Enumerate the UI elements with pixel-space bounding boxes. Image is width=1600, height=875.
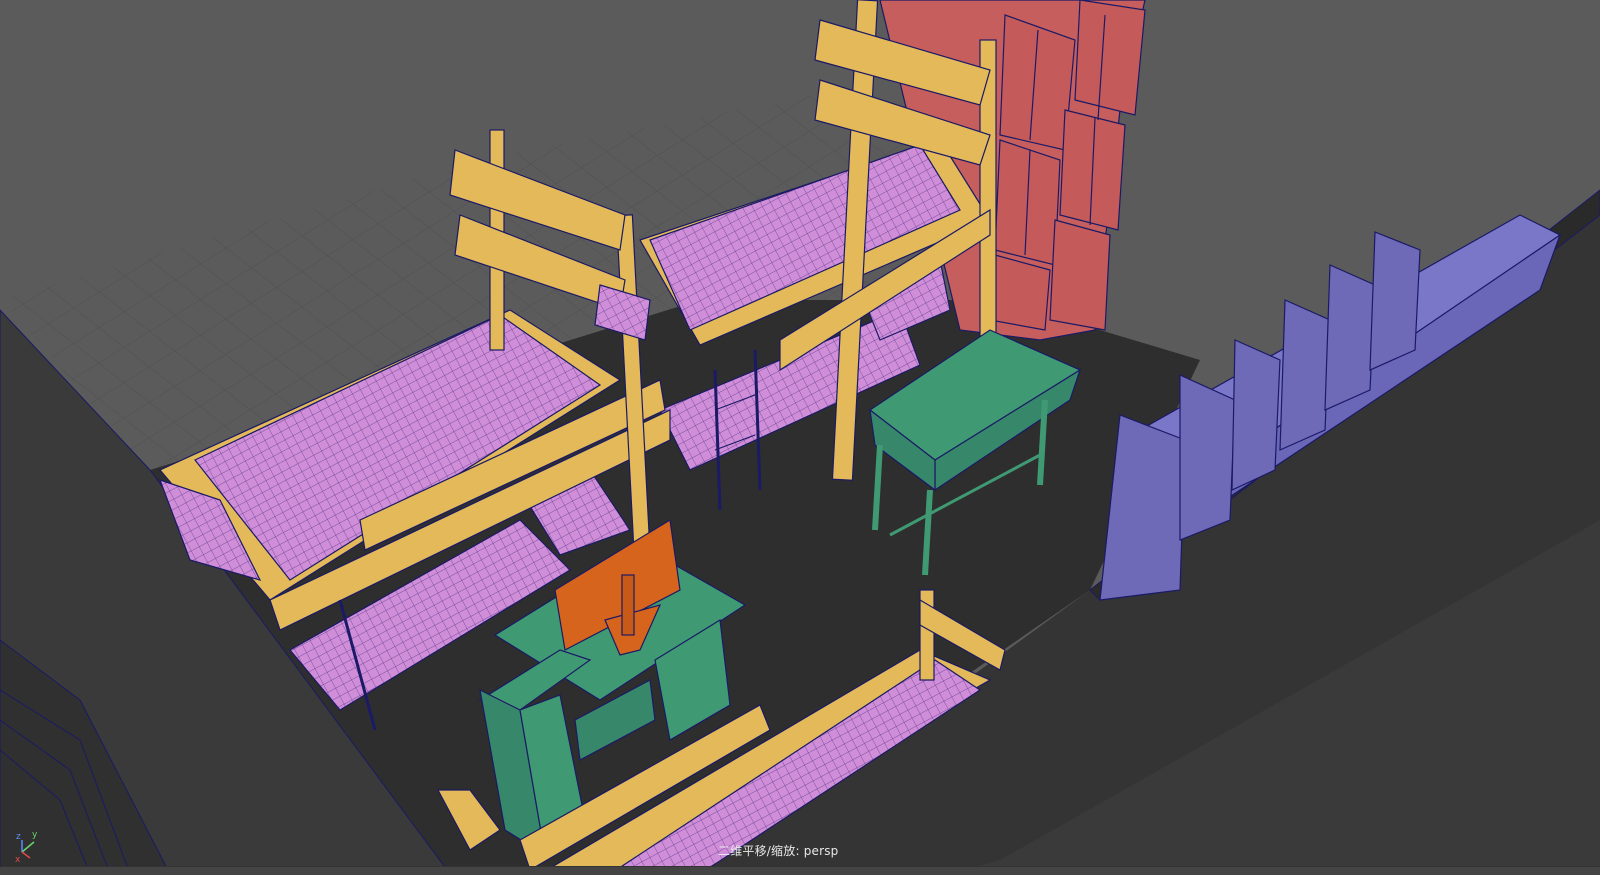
axis-label-z: z: [16, 832, 21, 842]
3d-viewport[interactable]: z y x 二维平移/缩放: persp: [0, 0, 1600, 875]
scene-canvas[interactable]: [0, 0, 1600, 874]
axis-label-x: x: [15, 855, 21, 864]
camera-name-label: 二维平移/缩放: persp: [718, 844, 839, 858]
axis-gizmo: z y x: [15, 830, 38, 864]
axis-label-y: y: [32, 830, 38, 840]
